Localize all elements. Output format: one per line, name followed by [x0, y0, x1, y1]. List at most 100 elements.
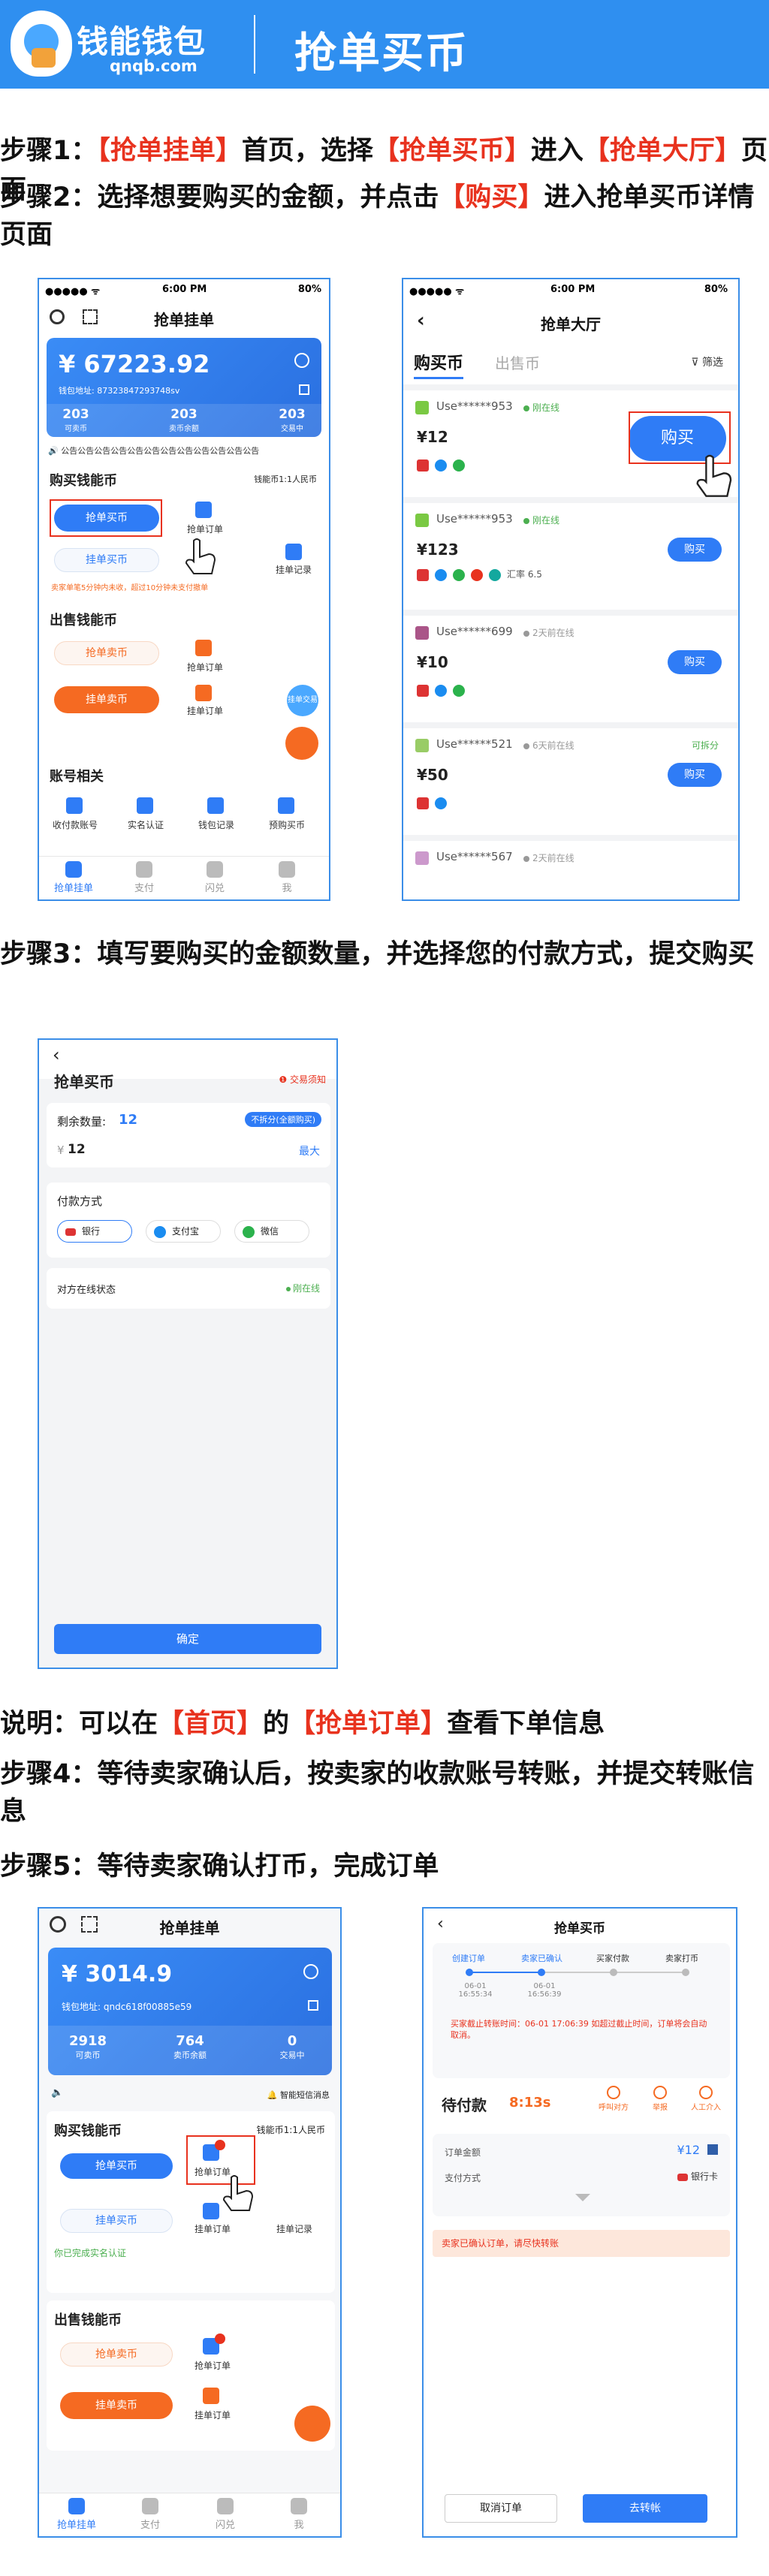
- progress-step: 买家付款: [596, 1954, 629, 1963]
- app-title: 抢单挂单: [154, 311, 214, 329]
- nav-exchange[interactable]: 闪兑: [195, 2498, 255, 2531]
- sell-order-icon[interactable]: [195, 640, 212, 656]
- intervene-button[interactable]: 人工介入: [685, 2086, 727, 2112]
- buy-button[interactable]: 购买: [668, 538, 722, 562]
- pay-methods: 汇率 6.5: [417, 568, 542, 581]
- grab-buy-button[interactable]: 抢单买币: [60, 2153, 173, 2179]
- id-card-icon[interactable]: [137, 797, 153, 814]
- page-title: 抢单买币: [294, 29, 469, 78]
- support-icon[interactable]: [294, 2406, 330, 2442]
- exchange-icon: [207, 861, 223, 878]
- pay-icon: [136, 861, 152, 878]
- hang-order-icon[interactable]: [203, 2203, 219, 2219]
- preorder-icon[interactable]: [278, 797, 294, 814]
- acct-item-label: 预购买币: [268, 820, 305, 830]
- step4-text: 步骤4：等待卖家确认后，按卖家的收款账号转账，并提交转账信息: [0, 1759, 755, 1827]
- hang-sell-button[interactable]: 挂单卖币: [60, 2392, 173, 2419]
- pay-fav-badge[interactable]: 挂单交易: [287, 685, 318, 716]
- nav-me[interactable]: 我: [269, 2498, 329, 2531]
- pointer-hand-icon: [179, 535, 224, 580]
- record-icon[interactable]: [285, 544, 302, 560]
- nav-pay[interactable]: 支付: [114, 861, 174, 894]
- refresh-icon[interactable]: [303, 1964, 318, 1979]
- hang-order-label: 挂单订单: [186, 706, 223, 716]
- phone-home-screen: ●●●●● ᯤ 6:00 PM 80% 抢单挂单 ¥ 67223.92 钱包地址…: [38, 278, 330, 901]
- nav-home[interactable]: 抢单挂单: [44, 861, 104, 894]
- tab-sell[interactable]: 出售币: [495, 351, 540, 373]
- hang-order-icon[interactable]: [195, 685, 212, 701]
- balance-card: ¥ 3014.9 钱包地址: qndc618f00885e59 2918 可卖币…: [48, 1948, 332, 2075]
- nav-home[interactable]: 抢单挂单: [47, 2498, 107, 2531]
- call-button[interactable]: 呼叫对方: [595, 2086, 632, 2112]
- buy-button[interactable]: 购买: [668, 763, 722, 787]
- warn-text: 卖家单笔5分钟内未收，超过10分钟未支付撤单: [51, 584, 209, 592]
- rate-label: 钱能币1:1人民币: [254, 475, 317, 484]
- amount-value: ¥12: [677, 2143, 700, 2157]
- split-toggle[interactable]: 不拆分(全额购买): [245, 1112, 321, 1127]
- hang-sell-order-icon[interactable]: [203, 2388, 219, 2404]
- hang-buy-button[interactable]: 挂单买币: [60, 2209, 173, 2233]
- app-title: 抢单买币: [554, 1921, 605, 1936]
- amount: ¥50: [417, 766, 448, 784]
- confirmed-banner: 卖家已确认订单，请尽快转账: [433, 2230, 730, 2257]
- buy-button[interactable]: 购买: [668, 650, 722, 674]
- hang-buy-button[interactable]: 挂单买币: [54, 548, 159, 572]
- pay-icon: [142, 2498, 158, 2514]
- order-icon[interactable]: [195, 502, 212, 518]
- copy-icon[interactable]: [308, 2000, 318, 2011]
- pay-method-value: 银行卡: [677, 2170, 718, 2183]
- phone-order-detail-screen: ‹ 抢单买币 创建订单 卖家已确认 买家付款 卖家打币 06-01 16:55:…: [422, 1907, 737, 2538]
- tab-buy[interactable]: 购买币: [414, 350, 464, 379]
- stat-num: 2918: [68, 2033, 107, 2049]
- pointer-hand-icon: [689, 450, 738, 503]
- notification-badge: [215, 2333, 225, 2344]
- card-icon[interactable]: [66, 797, 83, 814]
- chevron-down-icon[interactable]: [575, 2194, 590, 2201]
- copy-icon[interactable]: [299, 384, 309, 395]
- grab-sell-button[interactable]: 抢单卖币: [54, 641, 159, 665]
- note-text: 说明：可以在【首页】的【抢单订单】查看下单信息: [0, 1709, 605, 1739]
- filter-button[interactable]: ⊽ 筛选: [691, 354, 723, 369]
- cancel-order-button[interactable]: 取消订单: [445, 2494, 557, 2523]
- nav-me[interactable]: 我: [257, 861, 317, 894]
- confirm-button[interactable]: 确定: [54, 1624, 321, 1654]
- buy-section-title: 购买钱能币: [50, 473, 117, 489]
- pay-method-label: 付款方式: [57, 1195, 103, 1208]
- max-button[interactable]: 最大: [299, 1143, 320, 1158]
- progress-step: 卖家已确认: [521, 1954, 562, 1963]
- grab-sell-button[interactable]: 抢单卖币: [60, 2343, 173, 2367]
- refresh-icon[interactable]: [294, 353, 309, 368]
- support-icon[interactable]: [285, 727, 318, 760]
- wallet-icon[interactable]: [207, 797, 224, 814]
- verified-text: 你已完成实名认证: [54, 2248, 127, 2258]
- balance-card: ¥ 67223.92 钱包地址: 87323847293748sv 203 可卖…: [47, 338, 321, 437]
- exchange-icon: [217, 2498, 234, 2514]
- nav-exchange[interactable]: 闪兑: [185, 861, 245, 894]
- pay-option-alipay[interactable]: 支付宝: [146, 1220, 221, 1243]
- transfer-button[interactable]: 去转帐: [583, 2494, 707, 2523]
- stat-label: 交易中: [281, 425, 303, 433]
- avatar: [415, 401, 429, 414]
- nav-pay[interactable]: 支付: [120, 2498, 180, 2531]
- phone-buy-form-screen: ‹ 抢单买币 ❶ 交易须知 剩余数量: 12 不拆分(全额购买) ¥ 12 最大…: [38, 1038, 338, 1669]
- report-button[interactable]: 举报: [641, 2086, 679, 2112]
- pay-option-bank[interactable]: 银行: [57, 1220, 132, 1243]
- copy-icon[interactable]: [707, 2144, 718, 2155]
- list-item: Use******953 刚在线 ¥12 购买: [403, 384, 738, 497]
- remain-label: 剩余数量:: [57, 1115, 107, 1128]
- buy-section-title: 购买钱能币: [54, 2123, 122, 2139]
- list-item: Use******567 2天前在线: [403, 835, 738, 899]
- user-name: Use******567: [436, 850, 513, 863]
- acct-item-label: 钱包记录: [198, 820, 234, 830]
- acct-item-label: 收付款账号: [52, 820, 98, 830]
- hang-sell-button[interactable]: 挂单卖币: [54, 686, 159, 713]
- amount-input[interactable]: 12: [68, 1142, 86, 1157]
- stat-num: 764: [176, 2033, 204, 2049]
- online-status: 2天前在线: [520, 851, 574, 864]
- deadline-warning: 买家截止转账时间：06-01 17:06:39 如超过截止时间，订单将会自动取消…: [451, 2019, 707, 2040]
- pay-option-wechat[interactable]: 微信: [234, 1220, 309, 1243]
- trade-notice-link[interactable]: ❶ 交易须知: [279, 1073, 326, 1086]
- phone-icon: [607, 2086, 620, 2099]
- amount: ¥10: [417, 653, 448, 671]
- back-icon[interactable]: ‹: [53, 1044, 60, 1065]
